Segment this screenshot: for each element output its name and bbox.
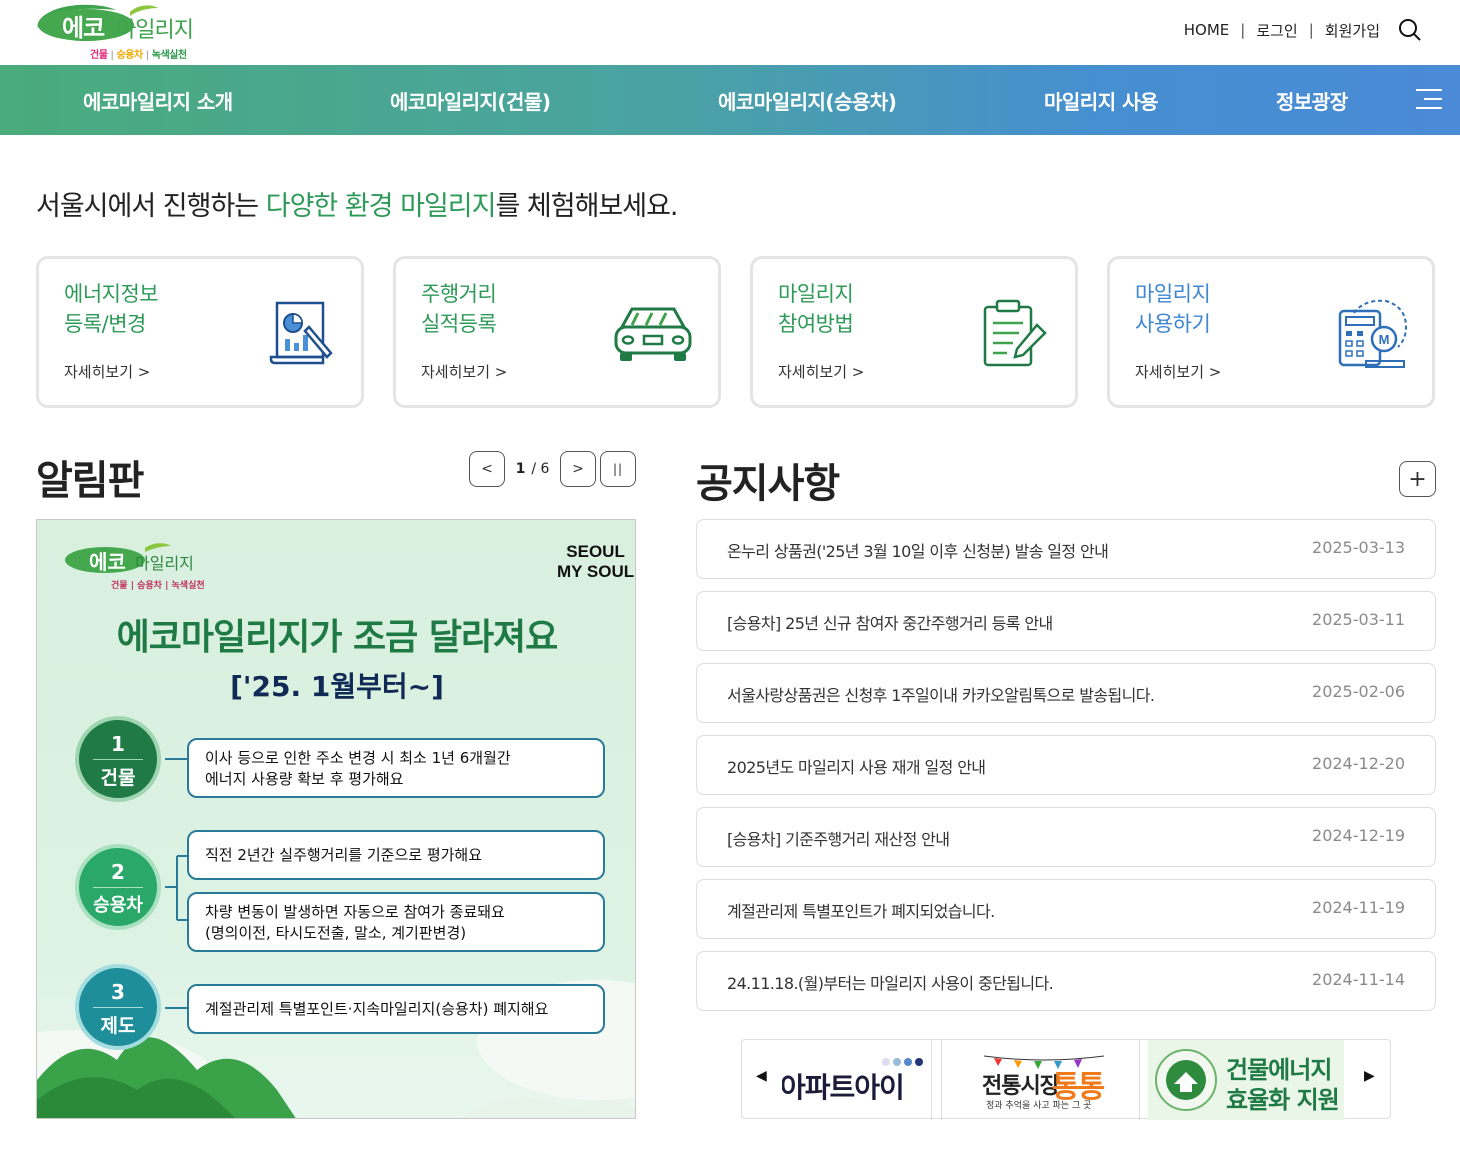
notice-item-title: 계절관리제 특별포인트가 폐지되었습니다.	[727, 902, 995, 921]
board-banner[interactable]: 에코 마일리지 건물 | 승용차 | 녹색실천 SEOUL MY SOUL 에코…	[36, 519, 636, 1119]
logo-sub-building: 건물	[90, 50, 108, 61]
nav-item-info[interactable]: 정보광장	[1276, 86, 1348, 115]
nav-item-building[interactable]: 에코마일리지(건물)	[390, 86, 551, 115]
partner-banner-slider: ◀ 아파트아이 전통시장 통통 정과 추억을 사고 파는 그 곳 건물에너지 효…	[741, 1039, 1391, 1120]
item-box-system: 계절관리제 특별포인트·지속마일리지(승용차) 폐지해요	[187, 984, 605, 1034]
car-icon	[614, 307, 692, 361]
notice-item-title: 2025년도 마일리지 사용 재개 일정 안내	[727, 758, 986, 777]
card-driving-record[interactable]: 주행거리 실적등록 자세히보기 >	[393, 256, 721, 408]
notice-item-date: 2025-03-13	[1312, 538, 1405, 557]
card-more-link[interactable]: 자세히보기 >	[64, 361, 150, 382]
notice-item-date: 2025-03-11	[1312, 610, 1405, 629]
board-pager: < 1 / 6 > ||	[469, 451, 636, 487]
partner-traditional-market[interactable]: 전통시장 통통 정과 추억을 사고 파는 그 곳	[941, 1040, 1140, 1120]
nav-item-car[interactable]: 에코마일리지(승용차)	[718, 86, 897, 115]
calculator-coin-icon: M	[1338, 299, 1408, 368]
dots-icon	[882, 1058, 923, 1066]
next-button[interactable]: >	[560, 451, 596, 487]
notice-item[interactable]: 2025년도 마일리지 사용 재개 일정 안내 2024-12-20	[696, 735, 1436, 795]
partner-name: 효율화 지원	[1226, 1086, 1340, 1114]
menu-icon[interactable]	[1416, 89, 1442, 109]
partner-apartment-i[interactable]: 아파트아이	[782, 1040, 932, 1120]
card-energy-info[interactable]: 에너지정보 등록/변경 자세히보기 >	[36, 256, 364, 408]
notice-item-title: [승용차] 기준주행거리 재산정 안내	[727, 830, 950, 849]
notice-item-date: 2024-11-14	[1312, 970, 1405, 989]
board-title: 알림판	[36, 458, 144, 504]
logo-sub-green: 녹색실천	[151, 50, 187, 61]
utility-nav: HOME | 로그인 | 회원가입	[1184, 18, 1422, 42]
card-more-link[interactable]: 자세히보기 >	[421, 361, 507, 382]
site-logo[interactable]: 에코 마일리지 건물 | 승용차 | 녹색실천	[34, 2, 204, 61]
caret-right-icon[interactable]: ▶	[1364, 1068, 1375, 1084]
page-current: 1	[515, 461, 526, 477]
main-nav: 에코마일리지 소개 에코마일리지(건물) 에코마일리지(승용차) 마일리지 사용…	[0, 65, 1460, 135]
site-header: 에코 마일리지 건물 | 승용차 | 녹색실천 HOME | 로그인 | 회원가…	[0, 0, 1460, 65]
notice-item[interactable]: 계절관리제 특별포인트가 폐지되었습니다. 2024-11-19	[696, 879, 1436, 939]
nav-item-intro[interactable]: 에코마일리지 소개	[83, 86, 233, 115]
intro-highlight: 다양한 환경 마일리지	[265, 191, 497, 222]
caret-left-icon[interactable]: ◀	[756, 1068, 767, 1084]
svg-text:M: M	[1379, 332, 1390, 347]
building-energy-seal-icon	[1155, 1049, 1217, 1111]
notice-item-title: 24.11.18.(월)부터는 마일리지 사용이 중단됩니다.	[727, 974, 1054, 993]
signup-link[interactable]: 회원가입	[1325, 20, 1380, 41]
prev-button[interactable]: <	[469, 451, 505, 487]
item-box-car-1: 직전 2년간 실주행거리를 기준으로 평가해요	[187, 830, 605, 880]
notice-item-title: 서울사랑상품권은 신청후 1주일이내 카카오알림톡으로 발송됩니다.	[727, 686, 1155, 705]
home-link[interactable]: HOME	[1184, 21, 1230, 39]
notice-item[interactable]: 서울사랑상품권은 신청후 1주일이내 카카오알림톡으로 발송됩니다. 2025-0…	[696, 663, 1436, 723]
login-link[interactable]: 로그인	[1256, 20, 1297, 41]
logo-text-mileage: 마일리지	[116, 18, 194, 43]
notice-item[interactable]: 24.11.18.(월)부터는 마일리지 사용이 중단됩니다. 2024-11-1…	[696, 951, 1436, 1011]
page-total: / 6	[531, 461, 550, 477]
card-title: 주행거리 실적등록	[421, 282, 497, 336]
intro-heading: 서울시에서 진행하는 다양한 환경 마일리지를 체험해보세요.	[36, 184, 679, 223]
pause-icon: ||	[612, 462, 624, 476]
chevron-right-icon: >	[572, 461, 584, 477]
notice-item[interactable]: [승용차] 25년 신규 참여자 중간주행거리 등록 안내 2025-03-11	[696, 591, 1436, 651]
notice-item[interactable]: [승용차] 기준주행거리 재산정 안내 2024-12-19	[696, 807, 1436, 867]
card-more-link[interactable]: 자세히보기 >	[778, 361, 864, 382]
logo-text-eco: 에코	[62, 14, 105, 42]
item-box-building: 이사 등으로 인한 주소 변경 시 최소 1년 6개월간 에너지 사용량 확보 …	[187, 738, 605, 798]
intro-text-end: 를 체험해보세요.	[495, 191, 678, 222]
notice-title: 공지사항	[696, 461, 840, 507]
document-chart-icon	[269, 301, 333, 365]
card-how-to-join[interactable]: 마일리지 참여방법 자세히보기 >	[750, 256, 1078, 408]
logo-subtitle: 건물 | 승용차 | 녹색실천	[90, 50, 187, 61]
notice-item-title: 온누리 상품권('25년 3월 10일 이후 신청분) 발송 일정 안내	[727, 542, 1109, 561]
notice-item-date: 2024-11-19	[1312, 898, 1405, 917]
clipboard-pen-icon	[983, 299, 1047, 367]
logo-sub-car: 승용차	[116, 50, 144, 61]
notice-more-button[interactable]: +	[1399, 461, 1436, 497]
notice-item-date: 2024-12-20	[1312, 754, 1405, 773]
notice-item-date: 2025-02-06	[1312, 682, 1405, 701]
notice-item-title: [승용차] 25년 신규 참여자 중간주행거리 등록 안내	[727, 614, 1053, 633]
partner-name: 전통시장	[982, 1074, 1060, 1099]
search-icon[interactable]	[1398, 18, 1422, 42]
card-title: 에너지정보 등록/변경	[64, 282, 159, 336]
notice-item-date: 2024-12-19	[1312, 826, 1405, 845]
plus-icon: +	[1408, 466, 1427, 492]
pause-button[interactable]: ||	[600, 451, 636, 487]
intro-text: 서울시에서 진행하는	[36, 191, 266, 222]
partner-name: 아파트아이	[782, 1071, 905, 1104]
item-box-car-2: 차량 변동이 발생하면 자동으로 참여가 종료돼요 (명의이전, 타시도전출, …	[187, 892, 605, 952]
nav-item-use[interactable]: 마일리지 사용	[1044, 86, 1158, 115]
card-use-mileage[interactable]: 마일리지 사용하기 자세히보기 > M	[1107, 256, 1435, 408]
partner-building-energy[interactable]: 건물에너지 효율화 지원	[1148, 1040, 1344, 1120]
notice-item[interactable]: 온누리 상품권('25년 3월 10일 이후 신청분) 발송 일정 안내 2025…	[696, 519, 1436, 579]
partner-caption: 정과 추억을 사고 파는 그 곳	[986, 1101, 1092, 1111]
card-title: 마일리지 사용하기	[1135, 282, 1211, 336]
card-more-link[interactable]: 자세히보기 >	[1135, 361, 1221, 382]
card-title: 마일리지 참여방법	[778, 282, 854, 336]
page-counter: 1 / 6	[505, 461, 560, 477]
chevron-left-icon: <	[481, 461, 493, 477]
